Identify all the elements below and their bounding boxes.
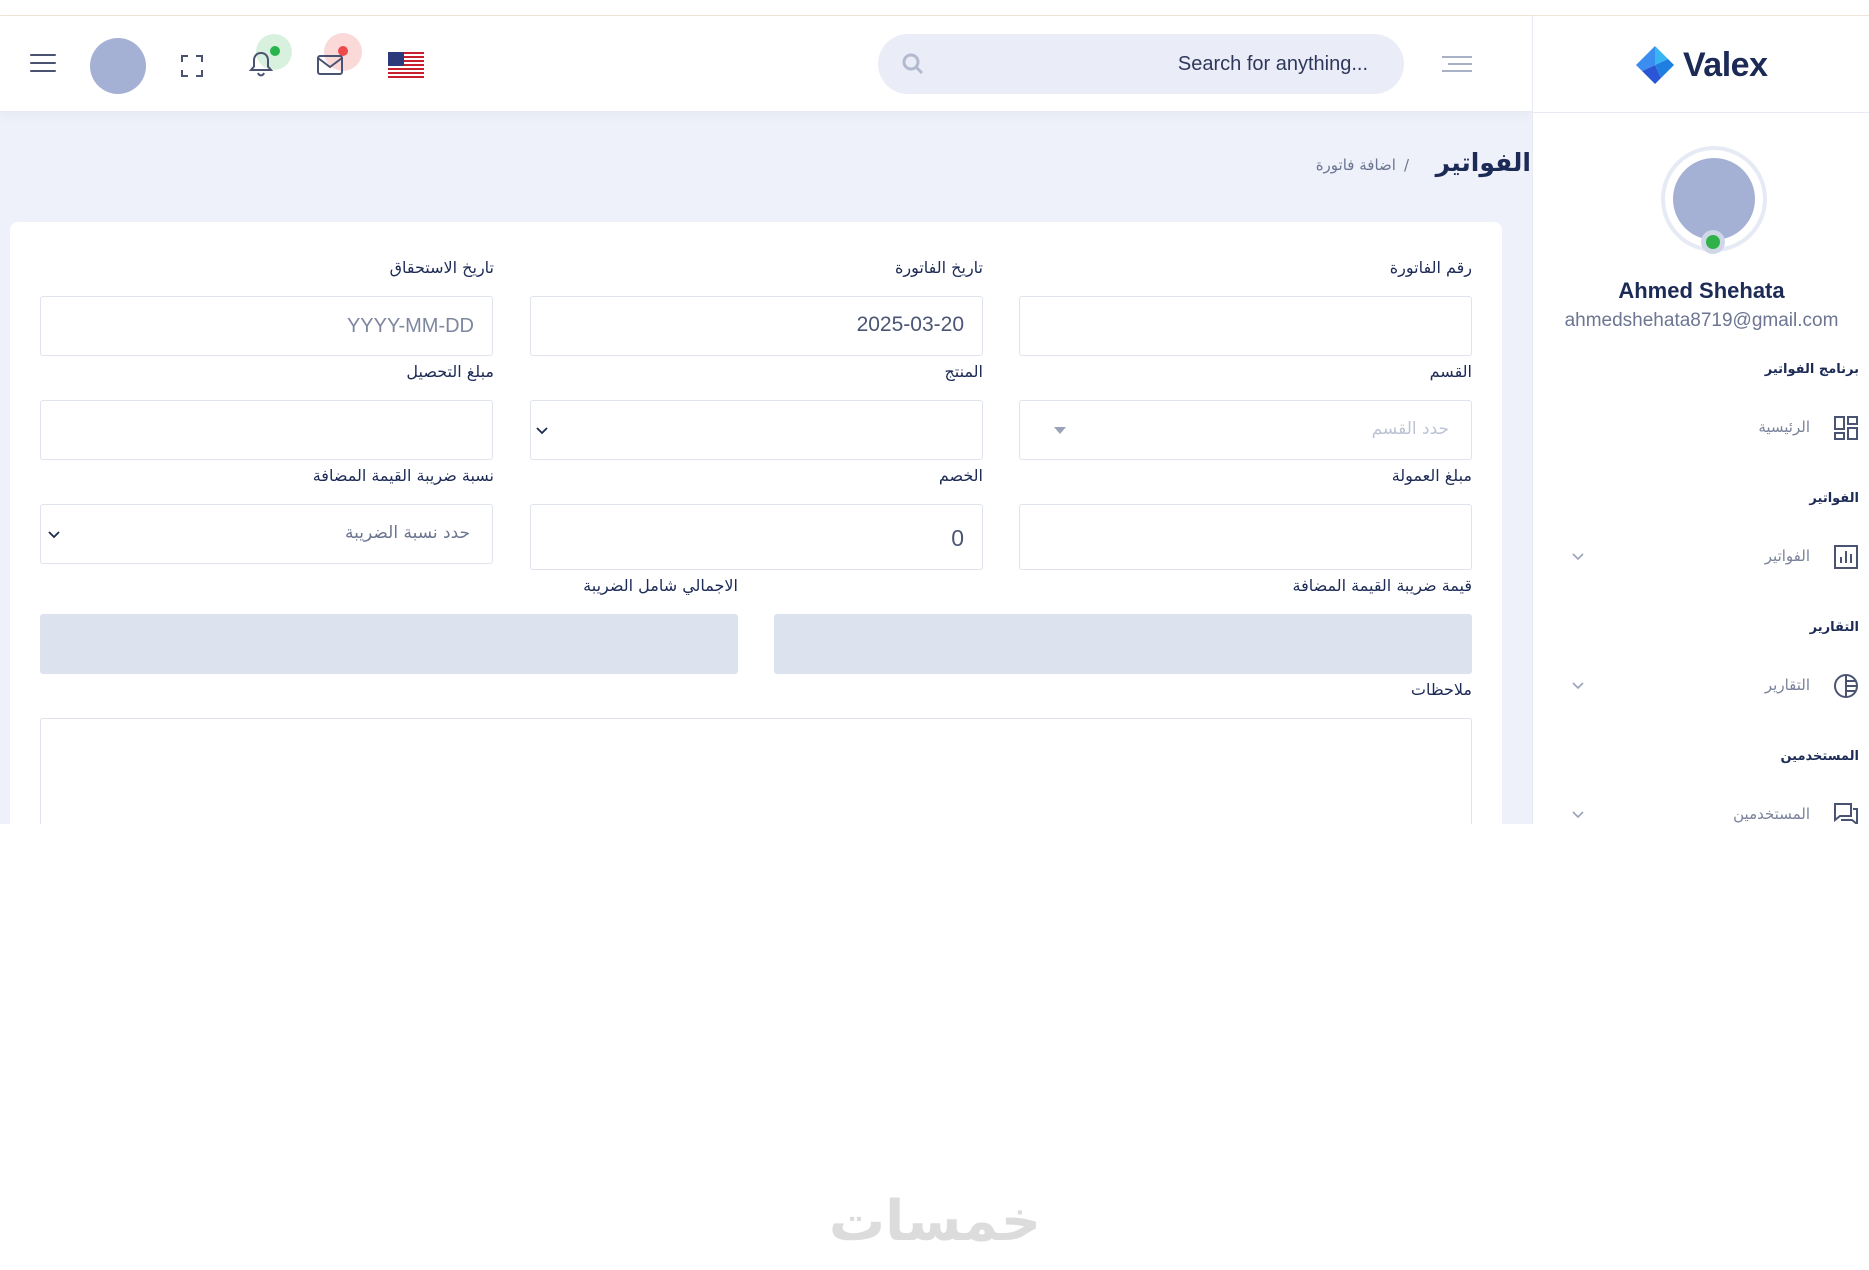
dashboard-icon <box>1834 416 1858 440</box>
section-title-reports: التقارير <box>1809 620 1859 635</box>
search-input[interactable] <box>948 34 1368 94</box>
total-field <box>40 614 738 674</box>
invoice-number-input[interactable] <box>1020 297 1471 355</box>
discount-field[interactable]: 0 <box>530 504 983 570</box>
chevron-down-icon[interactable] <box>1571 678 1585 692</box>
page-title: الفواتير <box>1435 148 1531 177</box>
breadcrumb-current[interactable]: اضافة فاتورة <box>1316 156 1396 174</box>
logo-text: Valex <box>1683 45 1768 84</box>
section-placeholder: حدد القسم <box>1371 419 1449 439</box>
user-name: Ahmed Shehata <box>1618 278 1785 303</box>
collection-amount-label: مبلغ التحصيل <box>406 362 494 381</box>
vat-value-label: قيمة ضريبة القيمة المضافة <box>1292 576 1472 595</box>
vat-rate-placeholder: حدد نسبة الضريبة <box>345 523 470 543</box>
section-title-app: برنامج الفواتير <box>1764 362 1859 377</box>
sidebar-item-label: الفواتير <box>1764 547 1810 565</box>
khamsat-watermark-logo: خمسات <box>829 1189 1041 1254</box>
invoice-number-field[interactable] <box>1019 296 1472 356</box>
notes-textarea[interactable] <box>40 718 1472 824</box>
invoice-date-value[interactable]: 2025-03-20 <box>857 313 964 337</box>
chat-icon <box>1834 803 1858 824</box>
bell-icon[interactable] <box>248 50 274 78</box>
app-frame: Valex Ahmed Shehata ahmedshehata8719@gma… <box>0 0 1869 824</box>
collection-amount-field[interactable] <box>40 400 493 460</box>
section-select[interactable]: حدد القسم <box>1019 400 1472 460</box>
search-bar[interactable] <box>878 34 1404 94</box>
sidebar-item-reports[interactable]: التقارير <box>1533 666 1869 706</box>
sidebar-divider <box>1533 112 1869 113</box>
product-select[interactable] <box>530 400 983 460</box>
top-header <box>0 16 1532 112</box>
menu-toggle-icon[interactable] <box>30 54 56 74</box>
pie-chart-icon <box>1834 674 1858 698</box>
online-status-dot <box>1701 230 1725 254</box>
commission-amount-label: مبلغ العمولة <box>1391 466 1472 485</box>
caret-down-icon <box>1054 427 1066 434</box>
vat-rate-label: نسبة ضريبة القيمة المضافة <box>312 466 494 485</box>
total-label: الاجمالي شامل الضريبة <box>583 576 738 595</box>
user-email: ahmedshehata8719@gmail.com <box>1564 310 1839 331</box>
sidebar: Valex Ahmed Shehata ahmedshehata8719@gma… <box>1532 16 1869 824</box>
vat-value-field <box>774 614 1472 674</box>
chevron-down-icon <box>536 427 548 435</box>
chevron-down-icon[interactable] <box>1571 807 1585 821</box>
align-right-icon[interactable] <box>1442 56 1472 76</box>
header-avatar[interactable] <box>90 38 146 94</box>
avatar <box>1673 158 1755 240</box>
product-label: المنتج <box>944 362 983 381</box>
brand-logo[interactable]: Valex <box>1633 40 1768 90</box>
notes-label: ملاحظات <box>1410 680 1472 699</box>
section-title-users: المستخدمين <box>1780 749 1859 764</box>
collection-amount-input[interactable] <box>41 401 492 459</box>
sidebar-item-label: المستخدمين <box>1733 805 1810 823</box>
invoice-date-field[interactable]: 2025-03-20 <box>530 296 983 356</box>
discount-value[interactable]: 0 <box>951 525 964 552</box>
chevron-down-icon[interactable] <box>1571 549 1585 563</box>
section-title-invoices: الفواتير <box>1809 491 1859 506</box>
sidebar-item-invoices[interactable]: الفواتير <box>1533 537 1869 577</box>
us-flag-icon[interactable] <box>388 52 424 78</box>
sidebar-item-home[interactable]: الرئيسية <box>1533 408 1869 448</box>
watermark-text: خمسات <box>829 1189 1041 1254</box>
top-strip <box>0 0 1869 16</box>
vat-rate-select[interactable]: حدد نسبة الضريبة <box>40 504 493 564</box>
chevron-down-icon <box>48 531 60 539</box>
sidebar-item-users[interactable]: المستخدمين <box>1533 795 1869 824</box>
fullscreen-icon[interactable] <box>180 54 204 78</box>
due-date-label: تاريخ الاستحقاق <box>389 258 494 277</box>
search-icon[interactable] <box>900 51 926 77</box>
invoice-date-label: تاريخ الفاتورة <box>894 258 983 277</box>
due-date-input[interactable] <box>41 297 492 355</box>
sidebar-item-label: الرئيسية <box>1758 418 1810 436</box>
commission-amount-field[interactable] <box>1019 504 1472 570</box>
breadcrumb-separator: / <box>1403 156 1409 174</box>
due-date-field[interactable] <box>40 296 493 356</box>
commission-amount-input[interactable] <box>1020 505 1471 569</box>
invoice-number-label: رقم الفاتورة <box>1389 258 1472 277</box>
breadcrumb: / اضافة فاتورة <box>1316 156 1409 174</box>
section-label: القسم <box>1429 362 1472 381</box>
sidebar-item-label: التقارير <box>1764 676 1810 694</box>
mail-icon[interactable] <box>316 54 344 76</box>
bar-chart-icon <box>1834 545 1858 569</box>
discount-label: الخصم <box>938 466 983 485</box>
valex-logo-icon <box>1636 46 1674 84</box>
